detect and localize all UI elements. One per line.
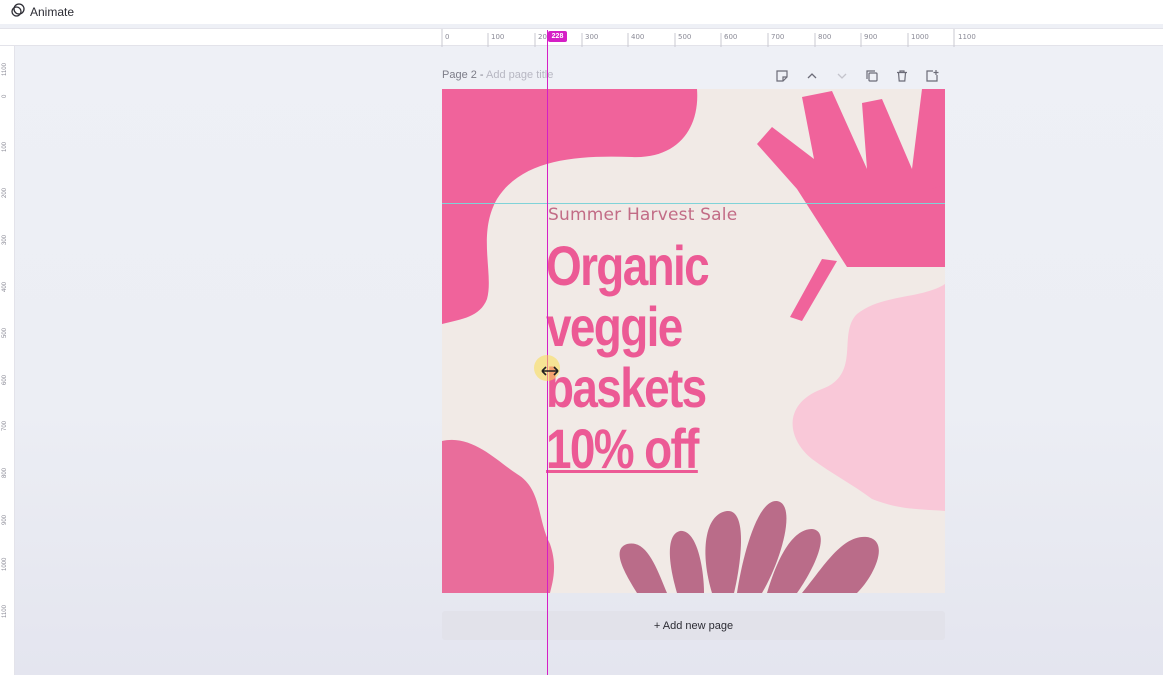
v-tick-label: 200 bbox=[2, 187, 8, 198]
headline-discount: 10% off bbox=[546, 417, 699, 480]
horizontal-ruler[interactable]: 0 100 20 300 400 500 600 700 800 900 100… bbox=[0, 28, 1163, 47]
h-tick-label: 500 bbox=[678, 33, 691, 41]
h-tick-label: 800 bbox=[818, 33, 831, 41]
magenta-position-guide bbox=[547, 30, 548, 675]
chevron-down-icon[interactable] bbox=[832, 67, 852, 85]
add-page-icon[interactable] bbox=[922, 67, 942, 85]
v-tick-label: 500 bbox=[2, 327, 8, 338]
headline-line: Organic bbox=[546, 234, 710, 297]
animate-label: Animate bbox=[30, 5, 75, 19]
page-title-input[interactable]: Add page title bbox=[486, 69, 553, 81]
page-label: Page 2 - Add page title bbox=[442, 69, 553, 81]
h-tick-label: 20 bbox=[538, 33, 547, 41]
duplicate-icon[interactable] bbox=[862, 67, 882, 85]
chevron-up-icon[interactable] bbox=[802, 67, 822, 85]
page-number: Page 2 - bbox=[442, 69, 487, 81]
v-tick-label: 800 bbox=[2, 467, 8, 478]
mauve-plant-bottom bbox=[619, 500, 879, 593]
v-tick-label: 900 bbox=[2, 514, 8, 525]
animate-button[interactable]: Animate bbox=[10, 2, 74, 23]
position-badge: 228 bbox=[548, 31, 567, 42]
h-tick-label: 400 bbox=[631, 33, 644, 41]
h-tick-label: 1000 bbox=[911, 33, 929, 41]
headline-line: veggie bbox=[546, 295, 683, 358]
h-tick-label: 600 bbox=[724, 33, 737, 41]
h-tick-label: 300 bbox=[585, 33, 598, 41]
resize-cursor-icon bbox=[540, 364, 560, 382]
v-tick-label: 300 bbox=[2, 234, 8, 245]
design-canvas[interactable]: Summer Harvest Sale Organic veggie baske… bbox=[442, 89, 945, 593]
pink-blob-bottom-left bbox=[442, 439, 555, 593]
v-tick-label: 100 bbox=[2, 141, 8, 152]
add-new-page-button[interactable]: + Add new page bbox=[442, 611, 945, 640]
light-pink-blob-right bbox=[792, 284, 945, 511]
h-tick-label: 100 bbox=[491, 33, 504, 41]
palm-leaf-top-right bbox=[757, 89, 945, 321]
v-tick-label: 1000 bbox=[2, 557, 8, 571]
h-tick-label: 1100 bbox=[958, 33, 976, 41]
vertical-ruler[interactable]: 1100 0 100 200 300 400 500 600 700 800 9… bbox=[0, 46, 15, 675]
trash-icon[interactable] bbox=[892, 67, 912, 85]
v-tick-label: 400 bbox=[2, 281, 8, 292]
top-toolbar: Animate bbox=[0, 0, 1163, 24]
headline-text[interactable]: Organic veggie baskets 10% off bbox=[546, 235, 744, 479]
v-tick-label: 1100 bbox=[2, 605, 8, 618]
note-icon[interactable] bbox=[772, 67, 792, 85]
subtitle-text[interactable]: Summer Harvest Sale bbox=[548, 205, 737, 225]
animate-icon bbox=[10, 2, 26, 23]
v-tick-label: 700 bbox=[2, 420, 8, 431]
v-tick-label: 600 bbox=[2, 374, 8, 385]
v-tick-label: 1100 bbox=[2, 63, 8, 76]
teal-alignment-guide bbox=[442, 203, 945, 204]
h-tick-label: 700 bbox=[771, 33, 784, 41]
h-tick-label: 900 bbox=[864, 33, 877, 41]
page-tools bbox=[772, 67, 942, 85]
v-tick-label: 0 bbox=[2, 94, 8, 98]
h-tick-label: 0 bbox=[445, 33, 449, 41]
headline-line: baskets bbox=[546, 356, 707, 419]
